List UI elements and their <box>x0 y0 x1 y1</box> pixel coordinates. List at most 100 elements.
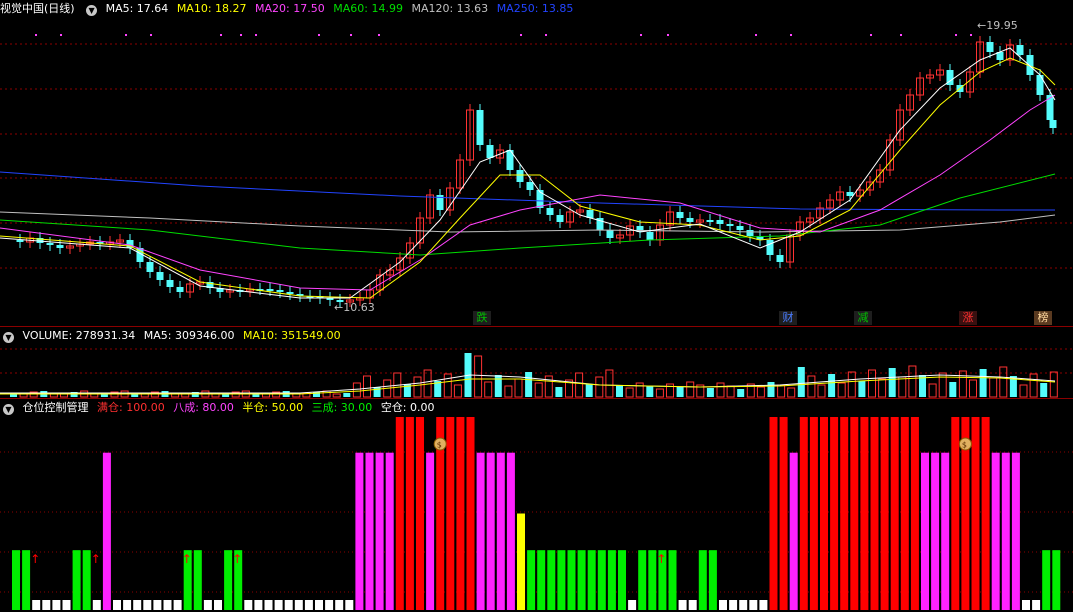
volume-bar <box>989 377 998 398</box>
position-chart[interactable]: ↑ ↑ ↑ ↑ ↑ $ $ <box>0 399 1073 612</box>
position-bar <box>688 600 697 610</box>
position-bar <box>870 417 879 610</box>
volume-ma5-label: MA5: 309346.00 <box>143 329 235 342</box>
volume-bar <box>756 386 765 398</box>
volume-panel[interactable]: ▼ VOLUME: 278931.34 MA5: 309346.00 MA10:… <box>0 327 1073 399</box>
high-price-arrow-icon: ← <box>977 19 987 32</box>
candle-body <box>776 255 784 262</box>
event-tag-fall[interactable]: 跌 <box>473 311 491 325</box>
price-panel[interactable]: 视觉中国(日线) ▼ MA5: 17.64 MA10: 18.27 MA20: … <box>0 0 1073 327</box>
volume-bar <box>716 382 725 398</box>
volume-bar <box>555 387 563 397</box>
volume-bar <box>332 393 341 398</box>
position-bar <box>163 600 172 610</box>
volume-bar <box>858 381 866 397</box>
candle-body <box>706 220 714 222</box>
volume-bar <box>908 365 917 398</box>
candle-body <box>686 218 694 222</box>
position-bar <box>244 600 253 610</box>
volume-bar <box>1049 371 1058 398</box>
volume-bar <box>484 381 493 398</box>
marker-dot <box>240 34 242 36</box>
position-bar <box>769 417 778 610</box>
position-bar <box>900 417 909 610</box>
position-bar <box>62 600 71 610</box>
candlestick-chart[interactable] <box>0 0 1073 327</box>
candle-body <box>1036 75 1044 95</box>
marker-dot <box>790 34 792 36</box>
position-bar <box>416 417 424 610</box>
position-bar <box>123 600 132 610</box>
position-bar <box>345 600 354 610</box>
position-bar <box>496 452 505 610</box>
position-bar <box>385 452 394 610</box>
candle-body <box>156 272 164 280</box>
marker-dot <box>545 34 547 36</box>
position-bar <box>668 550 677 610</box>
volume-bar <box>787 387 796 398</box>
buy-arrow-icon: ↑ <box>656 552 666 566</box>
marker-dot <box>35 34 37 36</box>
volume-bar <box>514 378 523 398</box>
volume-bar <box>1040 383 1048 397</box>
svg-text:$: $ <box>437 441 442 450</box>
position-bar <box>759 600 768 610</box>
volume-bar <box>969 379 977 398</box>
event-tag-reduce[interactable]: 减 <box>854 311 872 325</box>
position-bar <box>779 417 788 610</box>
settings-dropdown-icon[interactable]: ▼ <box>86 5 98 16</box>
volume-bar <box>646 386 654 397</box>
ma20-label: MA20: 17.50 <box>255 2 325 15</box>
volume-bar <box>343 393 351 397</box>
position-bar <box>931 452 940 610</box>
position-dropdown-icon[interactable]: ▼ <box>3 404 14 415</box>
candle-body <box>16 240 24 242</box>
candle-body <box>276 290 284 292</box>
position-bar <box>476 452 485 610</box>
position-bar <box>264 600 273 610</box>
position-bar <box>102 452 111 610</box>
volume-dropdown-icon[interactable]: ▼ <box>3 332 14 343</box>
position-bar <box>304 600 313 610</box>
position-bar <box>193 550 202 610</box>
volume-bar <box>605 369 614 398</box>
candle-body <box>166 280 174 287</box>
volume-bar <box>898 376 907 398</box>
position-legend: ▼ 仓位控制管理 满仓: 100.00 八成: 80.00 半仓: 50.00 … <box>0 399 440 417</box>
event-tag-rise[interactable]: 涨 <box>959 311 977 325</box>
candle-body <box>746 230 754 236</box>
ma120-line <box>0 211 1056 233</box>
position-bar <box>527 550 536 610</box>
position-bar <box>214 600 222 610</box>
event-tag-finance[interactable]: 财 <box>779 311 797 325</box>
candle-body <box>676 212 684 218</box>
position-bar <box>153 600 162 610</box>
volume-label: VOLUME: 278931.34 <box>22 329 136 342</box>
candle-body <box>56 245 64 248</box>
position-panel[interactable]: ▼ 仓位控制管理 满仓: 100.00 八成: 80.00 半仓: 50.00 … <box>0 399 1073 612</box>
candle-body <box>1049 120 1057 128</box>
buy-arrow-icon: ↑ <box>232 552 242 566</box>
marker-dot <box>255 34 257 36</box>
half-label: 半仓: 50.00 <box>242 401 304 414</box>
position-bar <box>254 600 263 610</box>
volume-bar <box>534 382 543 398</box>
candle-body <box>556 215 564 222</box>
ma10-label: MA10: 18.27 <box>176 2 247 15</box>
candle-body <box>146 262 154 272</box>
candle-body <box>646 232 654 240</box>
volume-bar <box>828 374 836 397</box>
stock-title: 视觉中国(日线) <box>0 2 75 15</box>
event-tag-list[interactable]: 榜 <box>1034 311 1052 325</box>
volume-legend: ▼ VOLUME: 278931.34 MA5: 309346.00 MA10:… <box>0 327 346 345</box>
volume-bar <box>525 372 533 397</box>
marker-dot <box>318 34 320 36</box>
position-bar <box>486 452 495 610</box>
marker-dot <box>60 34 62 36</box>
candle-body <box>176 287 184 292</box>
marker-dot <box>755 34 757 36</box>
position-bar <box>698 550 707 610</box>
position-bar <box>981 417 990 610</box>
position-bar <box>577 550 586 610</box>
volume-bar <box>878 378 887 398</box>
